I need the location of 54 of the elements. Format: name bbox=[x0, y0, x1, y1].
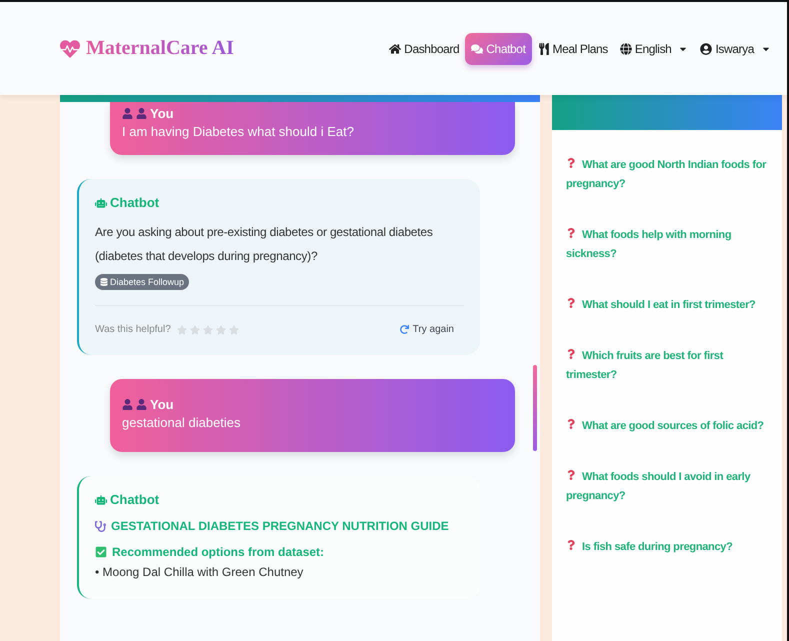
person-icon bbox=[122, 399, 133, 410]
nav-link[interactable]: Chatbot bbox=[465, 32, 532, 64]
guide-heading: GESTATIONAL DIABETES PREGNANCY NUTRITION GUIDE bbox=[111, 519, 449, 533]
question-link[interactable]: Is fish safe during pregnancy? bbox=[566, 538, 768, 557]
question-link[interactable]: What foods help with morning sickness? bbox=[566, 226, 768, 264]
star-icon[interactable] bbox=[202, 324, 213, 334]
question-icon bbox=[566, 228, 576, 238]
star-icon[interactable] bbox=[190, 324, 200, 334]
message-text: I am having Diabetes what should i Eat? bbox=[122, 124, 355, 139]
question-link[interactable]: What should I eat in first trimester? bbox=[566, 296, 768, 315]
utensils-icon bbox=[538, 42, 550, 54]
person-icon bbox=[136, 399, 147, 410]
robot-icon bbox=[95, 196, 107, 208]
globe-icon bbox=[620, 42, 632, 54]
sender-name: You bbox=[150, 106, 174, 121]
question-icon bbox=[566, 470, 576, 480]
database-icon bbox=[100, 278, 108, 286]
user-icon bbox=[700, 42, 712, 54]
guide-subheading: Recommended options from dataset: bbox=[112, 545, 324, 559]
heart-icon bbox=[60, 38, 80, 58]
scrollbar-thumb[interactable] bbox=[533, 365, 537, 451]
question-icon bbox=[566, 158, 576, 168]
home-icon bbox=[389, 42, 402, 54]
question-icon bbox=[566, 540, 576, 550]
person-icon bbox=[122, 108, 133, 119]
question-link[interactable]: What are good sources of folic acid? bbox=[566, 417, 768, 436]
nav-link[interactable]: Iswarya bbox=[694, 32, 777, 64]
message-text: gestational diabeties bbox=[122, 415, 242, 430]
feedback-question: Was this helpful? bbox=[95, 324, 171, 335]
redo-icon bbox=[400, 325, 409, 334]
sender-name: You bbox=[150, 397, 174, 412]
nav-link[interactable]: Meal Plans bbox=[532, 32, 614, 64]
star-icon[interactable] bbox=[216, 324, 226, 334]
nav-link[interactable]: English bbox=[614, 32, 694, 64]
try-again-link[interactable]: Try again bbox=[400, 324, 454, 335]
robot-icon bbox=[95, 494, 107, 506]
question-link[interactable]: Which fruits are best for first trimester? bbox=[566, 347, 768, 385]
message-text: Are you asking about pre-existing diabetes or gestational diabetes (diabetes that develops during pregnancy)? bbox=[95, 224, 434, 265]
sender-name: Chatbot bbox=[110, 492, 160, 507]
star-icon[interactable] bbox=[176, 324, 187, 334]
question-link[interactable]: What foods should I avoid in early pregnancy? bbox=[566, 468, 768, 506]
question-icon bbox=[566, 298, 576, 308]
tag-label: Diabetes Followup bbox=[110, 277, 184, 287]
checkbox-icon bbox=[95, 546, 107, 558]
question-link[interactable]: What are good North Indian foods for pregnancy? bbox=[566, 156, 768, 194]
person-icon bbox=[136, 108, 147, 119]
nav-link[interactable]: Dashboard bbox=[383, 32, 466, 64]
sender-name: Chatbot bbox=[110, 195, 160, 210]
list-item: • Moong Dal Chilla with Green Chutney bbox=[95, 565, 304, 579]
stethoscope-icon bbox=[95, 520, 106, 532]
question-icon bbox=[566, 349, 576, 359]
star-icon[interactable] bbox=[228, 324, 239, 334]
question-icon bbox=[566, 419, 576, 429]
chat-icon bbox=[471, 42, 484, 54]
